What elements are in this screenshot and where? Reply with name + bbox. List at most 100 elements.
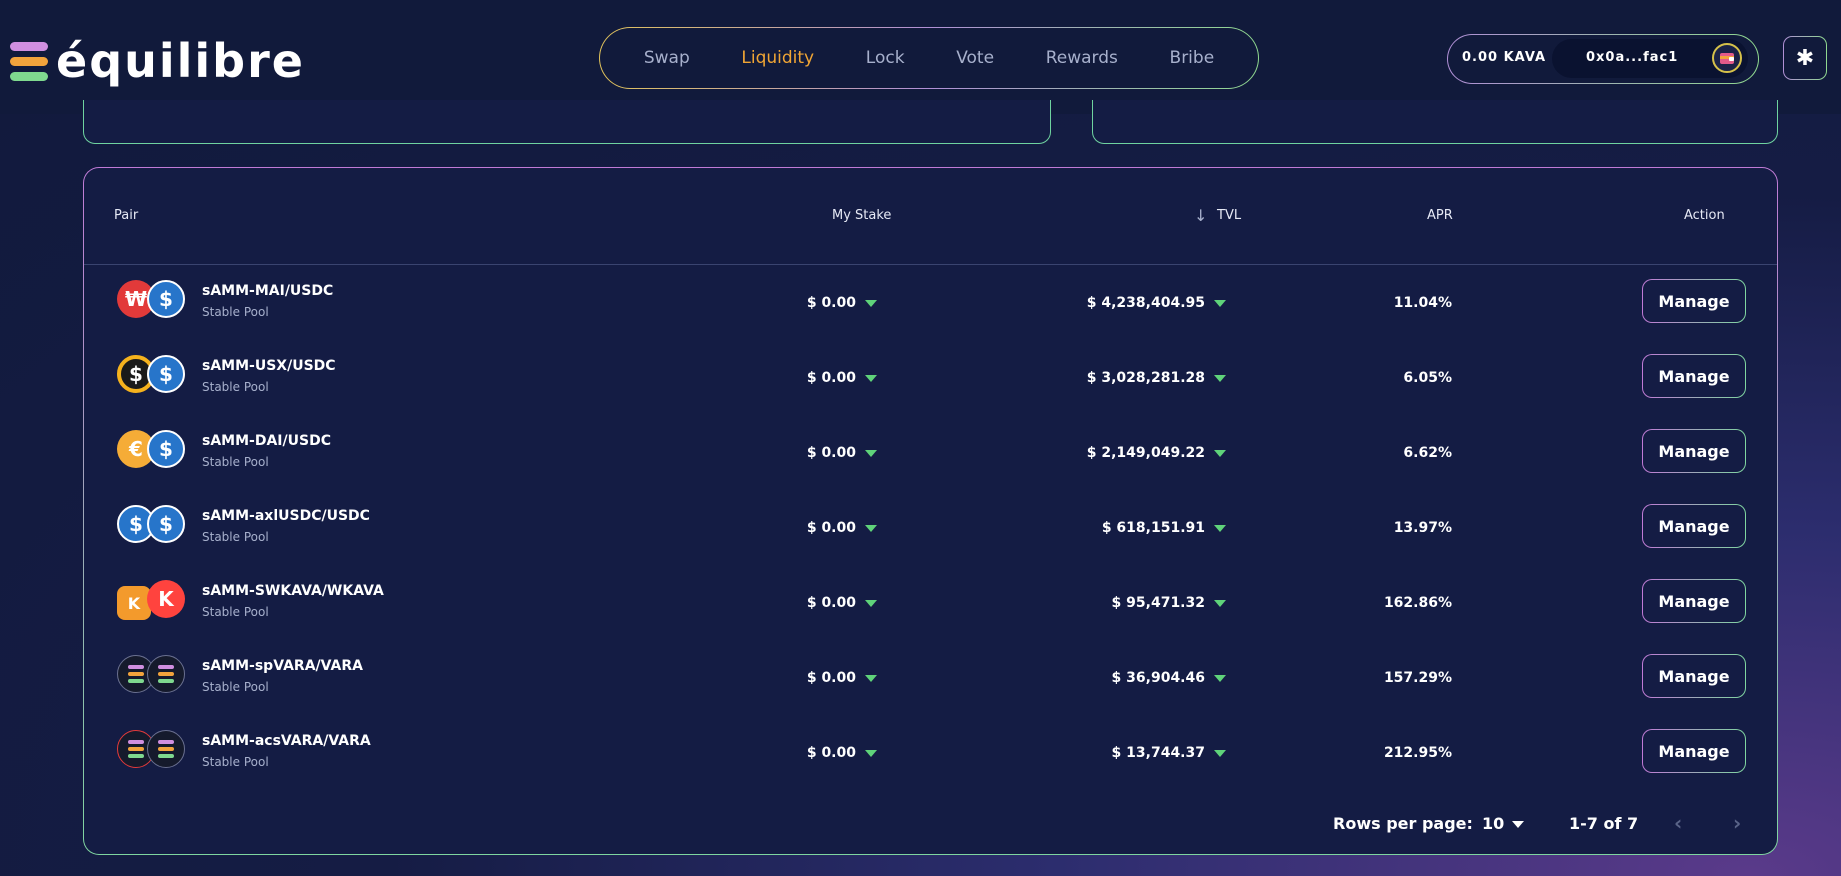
summary-panel-left (83, 100, 1051, 144)
settings-button[interactable]: ✱ (1783, 36, 1827, 80)
caret-down-icon[interactable] (1214, 524, 1226, 532)
pagination-range: 1-7 of 7 (1569, 814, 1639, 833)
pair-icons: ₩ $ (117, 280, 191, 322)
apr-value: 6.62% (1403, 445, 1452, 461)
equilibre-logo[interactable]: équilibre (10, 36, 305, 86)
header-pair[interactable]: Pair (114, 208, 138, 223)
apr-value: 6.05% (1403, 370, 1452, 386)
manage-button[interactable]: Manage (1642, 429, 1746, 473)
my-stake-value: $ 0.00 (807, 595, 877, 611)
next-page-icon[interactable]: › (1733, 811, 1741, 835)
pair-icons (117, 730, 191, 772)
pair-type: Stable Pool (202, 380, 269, 394)
settings-sparkle-icon: ✱ (1795, 45, 1815, 71)
tvl-value: $ 3,028,281.28 (1087, 370, 1226, 386)
wallet-widget[interactable]: 0.00 KAVA 0x0a...fac1 (1447, 34, 1759, 84)
liquidity-pools-table: Pair My Stake ↓ TVL APR Action ₩ $ sAMM-… (83, 167, 1778, 855)
manage-button[interactable]: Manage (1642, 279, 1746, 323)
table-row: € $ sAMM-DAI/USDC Stable Pool $ 0.00 $ 2… (84, 418, 1777, 493)
nav-rewards[interactable]: Rewards (1046, 48, 1118, 68)
pair-name: sAMM-MAI/USDC (202, 283, 334, 299)
apr-value: 212.95% (1383, 745, 1452, 761)
pair-type: Stable Pool (202, 455, 269, 469)
table-row: $ $ sAMM-axlUSDC/USDC Stable Pool $ 0.00… (84, 493, 1777, 568)
my-stake-value: $ 0.00 (807, 295, 877, 311)
header-tvl[interactable]: TVL (1217, 208, 1241, 223)
pair-name: sAMM-DAI/USDC (202, 433, 331, 449)
vara-token-icon (147, 655, 185, 693)
pair-name: sAMM-axlUSDC/USDC (202, 508, 370, 524)
apr-value: 162.86% (1383, 595, 1452, 611)
caret-down-icon[interactable] (1214, 374, 1226, 382)
nav-swap[interactable]: Swap (644, 48, 690, 68)
table-row: ₩ $ sAMM-MAI/USDC Stable Pool $ 0.00 $ 4… (84, 268, 1777, 343)
caret-down-icon[interactable] (1214, 449, 1226, 457)
caret-down-icon[interactable] (865, 599, 877, 607)
pair-name: sAMM-SWKAVA/WKAVA (202, 583, 384, 599)
top-navigation-bar: équilibre Swap Liquidity Lock Vote Rewar… (0, 0, 1841, 114)
pair-type: Stable Pool (202, 605, 269, 619)
usdc-token-icon: $ (147, 505, 185, 543)
manage-button[interactable]: Manage (1642, 579, 1746, 623)
my-stake-value: $ 0.00 (807, 670, 877, 686)
header-my-stake[interactable]: My Stake (832, 208, 891, 223)
logo-bars-icon (10, 41, 48, 81)
sort-arrow-down-icon[interactable]: ↓ (1194, 206, 1207, 225)
rows-per-page-select[interactable]: 10 (1482, 814, 1525, 833)
tvl-value: $ 36,904.46 (1112, 670, 1226, 686)
nav-lock[interactable]: Lock (866, 48, 905, 68)
pair-type: Stable Pool (202, 530, 269, 544)
pair-type: Stable Pool (202, 680, 269, 694)
pair-type: Stable Pool (202, 755, 269, 769)
nav-liquidity[interactable]: Liquidity (741, 48, 814, 68)
my-stake-value: $ 0.00 (807, 445, 877, 461)
caret-down-icon[interactable] (865, 299, 877, 307)
caret-down-icon[interactable] (1214, 299, 1226, 307)
my-stake-value: $ 0.00 (807, 370, 877, 386)
caret-down-icon[interactable] (1214, 674, 1226, 682)
usdc-token-icon: $ (147, 280, 185, 318)
pagination: Rows per page: 10 1-7 of 7 ‹ › (84, 811, 1777, 841)
pair-icons: $ $ (117, 505, 191, 547)
caret-down-icon[interactable] (865, 674, 877, 682)
header-action: Action (1684, 208, 1725, 223)
manage-button[interactable]: Manage (1642, 729, 1746, 773)
pair-icons: € $ (117, 430, 191, 472)
table-row: $ $ sAMM-USX/USDC Stable Pool $ 0.00 $ 3… (84, 343, 1777, 418)
nav-bribe[interactable]: Bribe (1170, 48, 1215, 68)
caret-down-icon[interactable] (865, 749, 877, 757)
pair-icons: $ $ (117, 355, 191, 397)
nav-vote[interactable]: Vote (956, 48, 994, 68)
usdc-token-icon: $ (147, 355, 185, 393)
main-nav: Swap Liquidity Lock Vote Rewards Bribe (599, 27, 1259, 89)
previous-page-icon[interactable]: ‹ (1674, 811, 1682, 835)
manage-button[interactable]: Manage (1642, 354, 1746, 398)
caret-down-icon[interactable] (1214, 749, 1226, 757)
my-stake-value: $ 0.00 (807, 745, 877, 761)
tvl-value: $ 4,238,404.95 (1087, 295, 1226, 311)
tvl-value: $ 13,744.37 (1112, 745, 1226, 761)
manage-button[interactable]: Manage (1642, 504, 1746, 548)
summary-panel-right (1092, 100, 1778, 144)
caret-down-icon[interactable] (865, 524, 877, 532)
wallet-icon (1712, 43, 1742, 73)
wallet-address: 0x0a...fac1 (1586, 50, 1679, 65)
apr-value: 11.04% (1393, 295, 1452, 311)
usdc-token-icon: $ (147, 430, 185, 468)
pair-type: Stable Pool (202, 305, 269, 319)
tvl-value: $ 2,149,049.22 (1087, 445, 1226, 461)
tvl-value: $ 95,471.32 (1112, 595, 1226, 611)
pair-icons: K K (117, 580, 191, 622)
caret-down-icon[interactable] (865, 374, 877, 382)
header-apr[interactable]: APR (1427, 208, 1453, 223)
manage-button[interactable]: Manage (1642, 654, 1746, 698)
wallet-address-button[interactable]: 0x0a...fac1 (1552, 39, 1748, 78)
table-row: sAMM-acsVARA/VARA Stable Pool $ 0.00 $ 1… (84, 718, 1777, 793)
pair-name: sAMM-spVARA/VARA (202, 658, 363, 674)
wallet-balance: 0.00 KAVA (1462, 50, 1547, 65)
pair-name: sAMM-USX/USDC (202, 358, 336, 374)
table-header: Pair My Stake ↓ TVL APR Action (84, 168, 1777, 265)
caret-down-icon[interactable] (865, 449, 877, 457)
caret-down-icon[interactable] (1214, 599, 1226, 607)
kava-token-icon: K (147, 580, 185, 618)
